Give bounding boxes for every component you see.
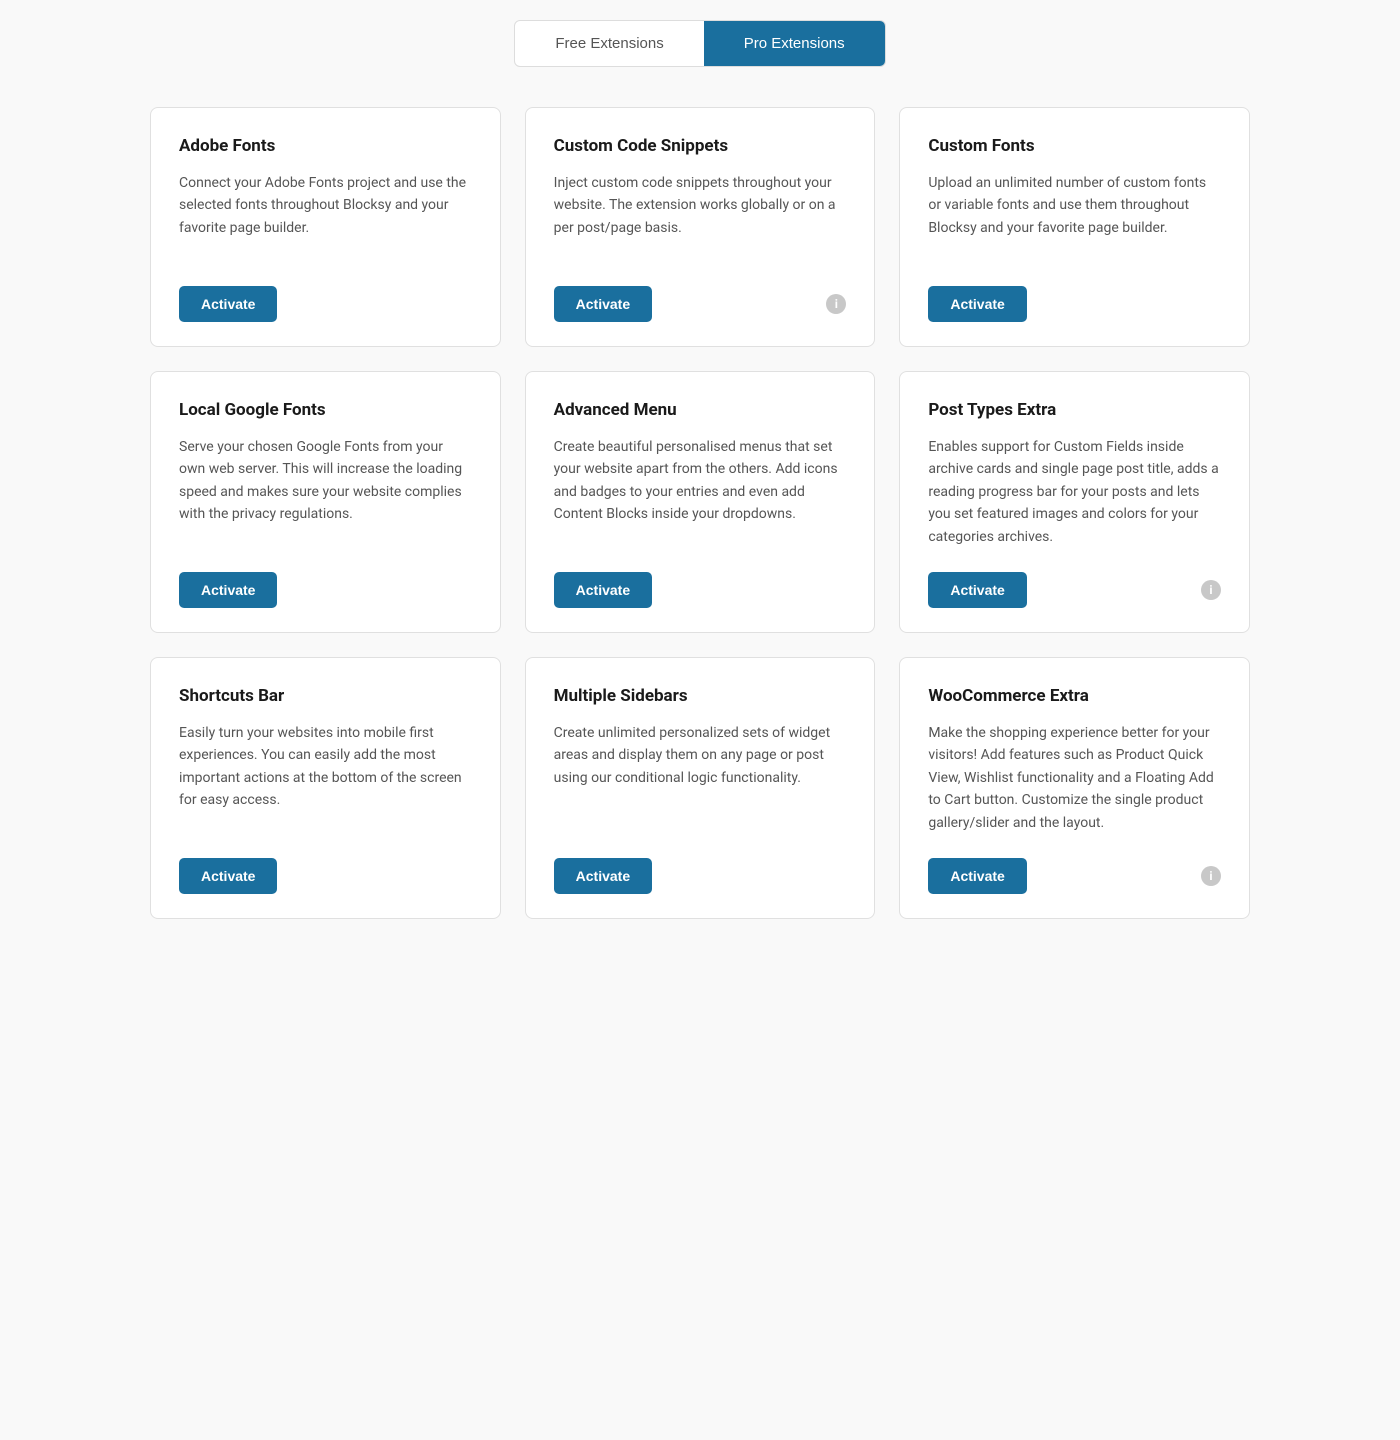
tab-bar: Free Extensions Pro Extensions [40, 20, 1360, 67]
card-title-woocommerce-extra: WooCommerce Extra [928, 686, 1221, 706]
activate-button-local-google-fonts[interactable]: Activate [179, 572, 277, 608]
card-title-shortcuts-bar: Shortcuts Bar [179, 686, 472, 706]
card-local-google-fonts: Local Google Fonts Serve your chosen Goog… [150, 371, 501, 633]
activate-button-advanced-menu[interactable]: Activate [554, 572, 652, 608]
card-description-post-types-extra: Enables support for Custom Fields inside… [928, 436, 1221, 548]
tab-pro-extensions[interactable]: Pro Extensions [704, 21, 885, 66]
card-post-types-extra: Post Types Extra Enables support for Cust… [899, 371, 1250, 633]
card-description-multiple-sidebars: Create unlimited personalized sets of wi… [554, 722, 847, 834]
tab-free-extensions[interactable]: Free Extensions [515, 21, 703, 66]
card-footer-custom-fonts: Activate [928, 286, 1221, 322]
card-advanced-menu: Advanced Menu Create beautiful personalis… [525, 371, 876, 633]
card-title-advanced-menu: Advanced Menu [554, 400, 847, 420]
activate-button-custom-fonts[interactable]: Activate [928, 286, 1026, 322]
card-multiple-sidebars: Multiple Sidebars Create unlimited person… [525, 657, 876, 919]
card-custom-fonts: Custom Fonts Upload an unlimited number o… [899, 107, 1250, 347]
card-title-adobe-fonts: Adobe Fonts [179, 136, 472, 156]
card-footer-custom-code-snippets: Activate i [554, 286, 847, 322]
activate-button-post-types-extra[interactable]: Activate [928, 572, 1026, 608]
card-woocommerce-extra: WooCommerce Extra Make the shopping exper… [899, 657, 1250, 919]
activate-button-shortcuts-bar[interactable]: Activate [179, 858, 277, 894]
card-description-adobe-fonts: Connect your Adobe Fonts project and use… [179, 172, 472, 262]
card-title-post-types-extra: Post Types Extra [928, 400, 1221, 420]
card-adobe-fonts: Adobe Fonts Connect your Adobe Fonts proj… [150, 107, 501, 347]
info-icon-custom-code-snippets[interactable]: i [826, 294, 846, 314]
card-footer-adobe-fonts: Activate [179, 286, 472, 322]
card-description-woocommerce-extra: Make the shopping experience better for … [928, 722, 1221, 834]
card-shortcuts-bar: Shortcuts Bar Easily turn your websites i… [150, 657, 501, 919]
card-footer-post-types-extra: Activate i [928, 572, 1221, 608]
card-footer-advanced-menu: Activate [554, 572, 847, 608]
card-title-multiple-sidebars: Multiple Sidebars [554, 686, 847, 706]
activate-button-adobe-fonts[interactable]: Activate [179, 286, 277, 322]
card-description-custom-code-snippets: Inject custom code snippets throughout y… [554, 172, 847, 262]
card-description-local-google-fonts: Serve your chosen Google Fonts from your… [179, 436, 472, 548]
card-custom-code-snippets: Custom Code Snippets Inject custom code s… [525, 107, 876, 347]
card-title-local-google-fonts: Local Google Fonts [179, 400, 472, 420]
card-footer-multiple-sidebars: Activate [554, 858, 847, 894]
card-title-custom-fonts: Custom Fonts [928, 136, 1221, 156]
card-description-custom-fonts: Upload an unlimited number of custom fon… [928, 172, 1221, 262]
activate-button-woocommerce-extra[interactable]: Activate [928, 858, 1026, 894]
card-description-shortcuts-bar: Easily turn your websites into mobile fi… [179, 722, 472, 834]
card-title-custom-code-snippets: Custom Code Snippets [554, 136, 847, 156]
card-footer-shortcuts-bar: Activate [179, 858, 472, 894]
activate-button-multiple-sidebars[interactable]: Activate [554, 858, 652, 894]
info-icon-woocommerce-extra[interactable]: i [1201, 866, 1221, 886]
card-description-advanced-menu: Create beautiful personalised menus that… [554, 436, 847, 548]
card-footer-woocommerce-extra: Activate i [928, 858, 1221, 894]
info-icon-post-types-extra[interactable]: i [1201, 580, 1221, 600]
card-footer-local-google-fonts: Activate [179, 572, 472, 608]
tab-container: Free Extensions Pro Extensions [514, 20, 885, 67]
activate-button-custom-code-snippets[interactable]: Activate [554, 286, 652, 322]
cards-grid: Adobe Fonts Connect your Adobe Fonts proj… [150, 107, 1250, 919]
